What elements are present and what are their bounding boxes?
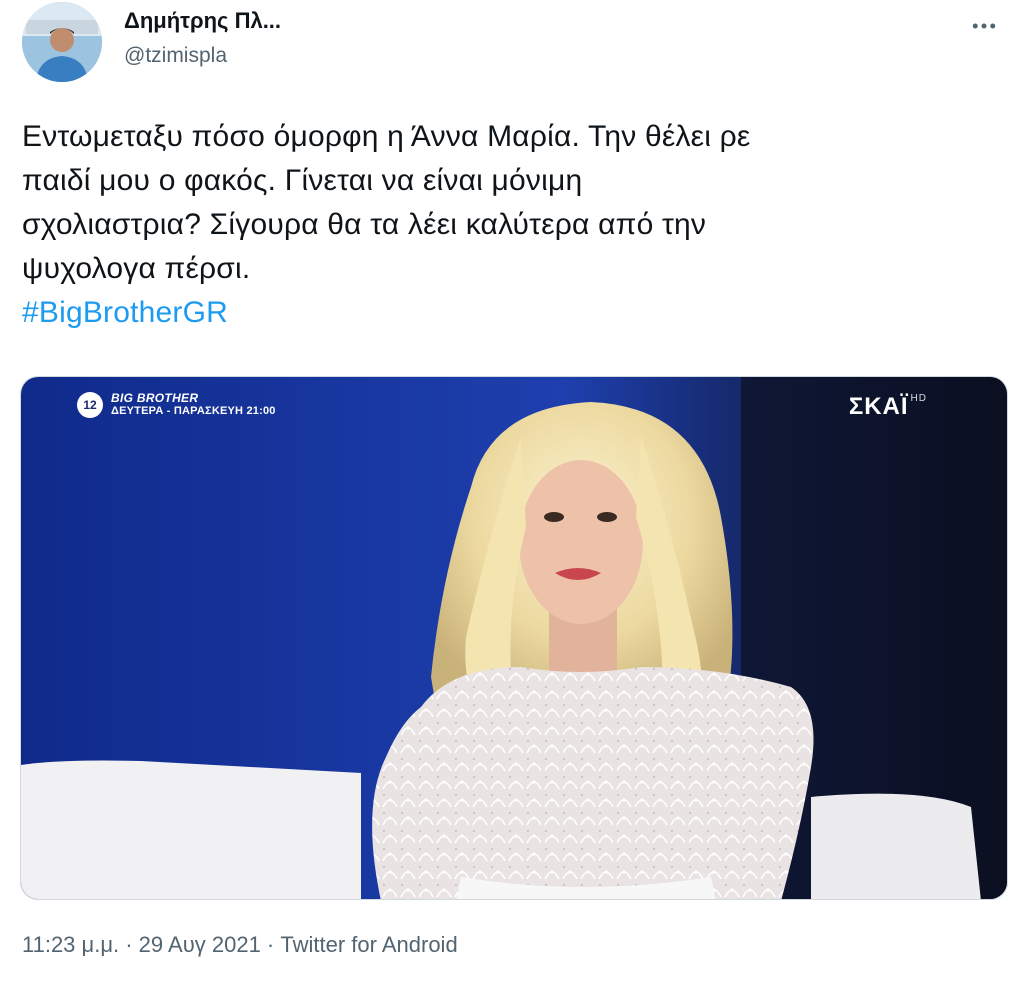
tweet-text-line: σχολιαστρια? Σίγουρα θα τα λέει καλύτερα… [22, 208, 707, 241]
channel-logo: ΣΚΑΪ HD [849, 393, 927, 421]
tweet-date[interactable]: 29 Αυγ 2021 [139, 932, 261, 958]
avatar[interactable] [22, 2, 102, 82]
tweet-source[interactable]: Twitter for Android [280, 932, 457, 958]
hashtag-link[interactable]: #BigBrotherGR [22, 291, 1012, 335]
user-handle[interactable]: @tzimispla [124, 44, 227, 68]
more-options-button[interactable] [964, 6, 1004, 46]
show-schedule: ΔΕΥΤΕΡΑ - ΠΑΡΑΣΚΕΥΗ 21:00 [111, 405, 276, 417]
channel-logo-hd: HD [910, 393, 927, 404]
tv-screenshot-image [21, 377, 1007, 899]
tweet-text: Εντωμεταξυ πόσο όμορφη η Άννα Μαρία. Την… [22, 115, 1012, 335]
tweet-text-line: Εντωμεταξυ πόσο όμορφη η Άννα Μαρία. Την… [22, 120, 751, 153]
tweet-text-line: παιδί μου ο φακός. Γίνεται να είναι μόνι… [22, 164, 583, 197]
show-title: BIG BROTHER [111, 391, 199, 405]
meta-separator: · [260, 932, 281, 957]
avatar-photo-icon [22, 2, 102, 82]
channel-number-badge: 12 [77, 392, 103, 418]
tweet-card: Δημήτρης Πλ... @tzimispla Εντωμεταξυ πόσ… [0, 0, 1024, 982]
tweet-metadata: 11:23 μ.μ. · 29 Αυγ 2021 · Twitter for A… [22, 932, 458, 958]
tweet-time[interactable]: 11:23 μ.μ. [22, 932, 119, 958]
more-horizontal-icon [972, 23, 996, 29]
meta-separator: · [119, 932, 139, 957]
channel-logo-text: ΣΚΑΪ [848, 393, 909, 420]
tweet-text-line: ψυχολογα πέρσι. [22, 252, 251, 285]
show-overlay: 12 BIG BROTHER ΔΕΥΤΕΡΑ - ΠΑΡΑΣΚΕΥΗ 21:00 [77, 392, 276, 418]
display-name[interactable]: Δημήτρης Πλ... [124, 8, 281, 34]
tweet-media-image[interactable]: 12 BIG BROTHER ΔΕΥΤΕΡΑ - ΠΑΡΑΣΚΕΥΗ 21:00… [20, 376, 1008, 900]
